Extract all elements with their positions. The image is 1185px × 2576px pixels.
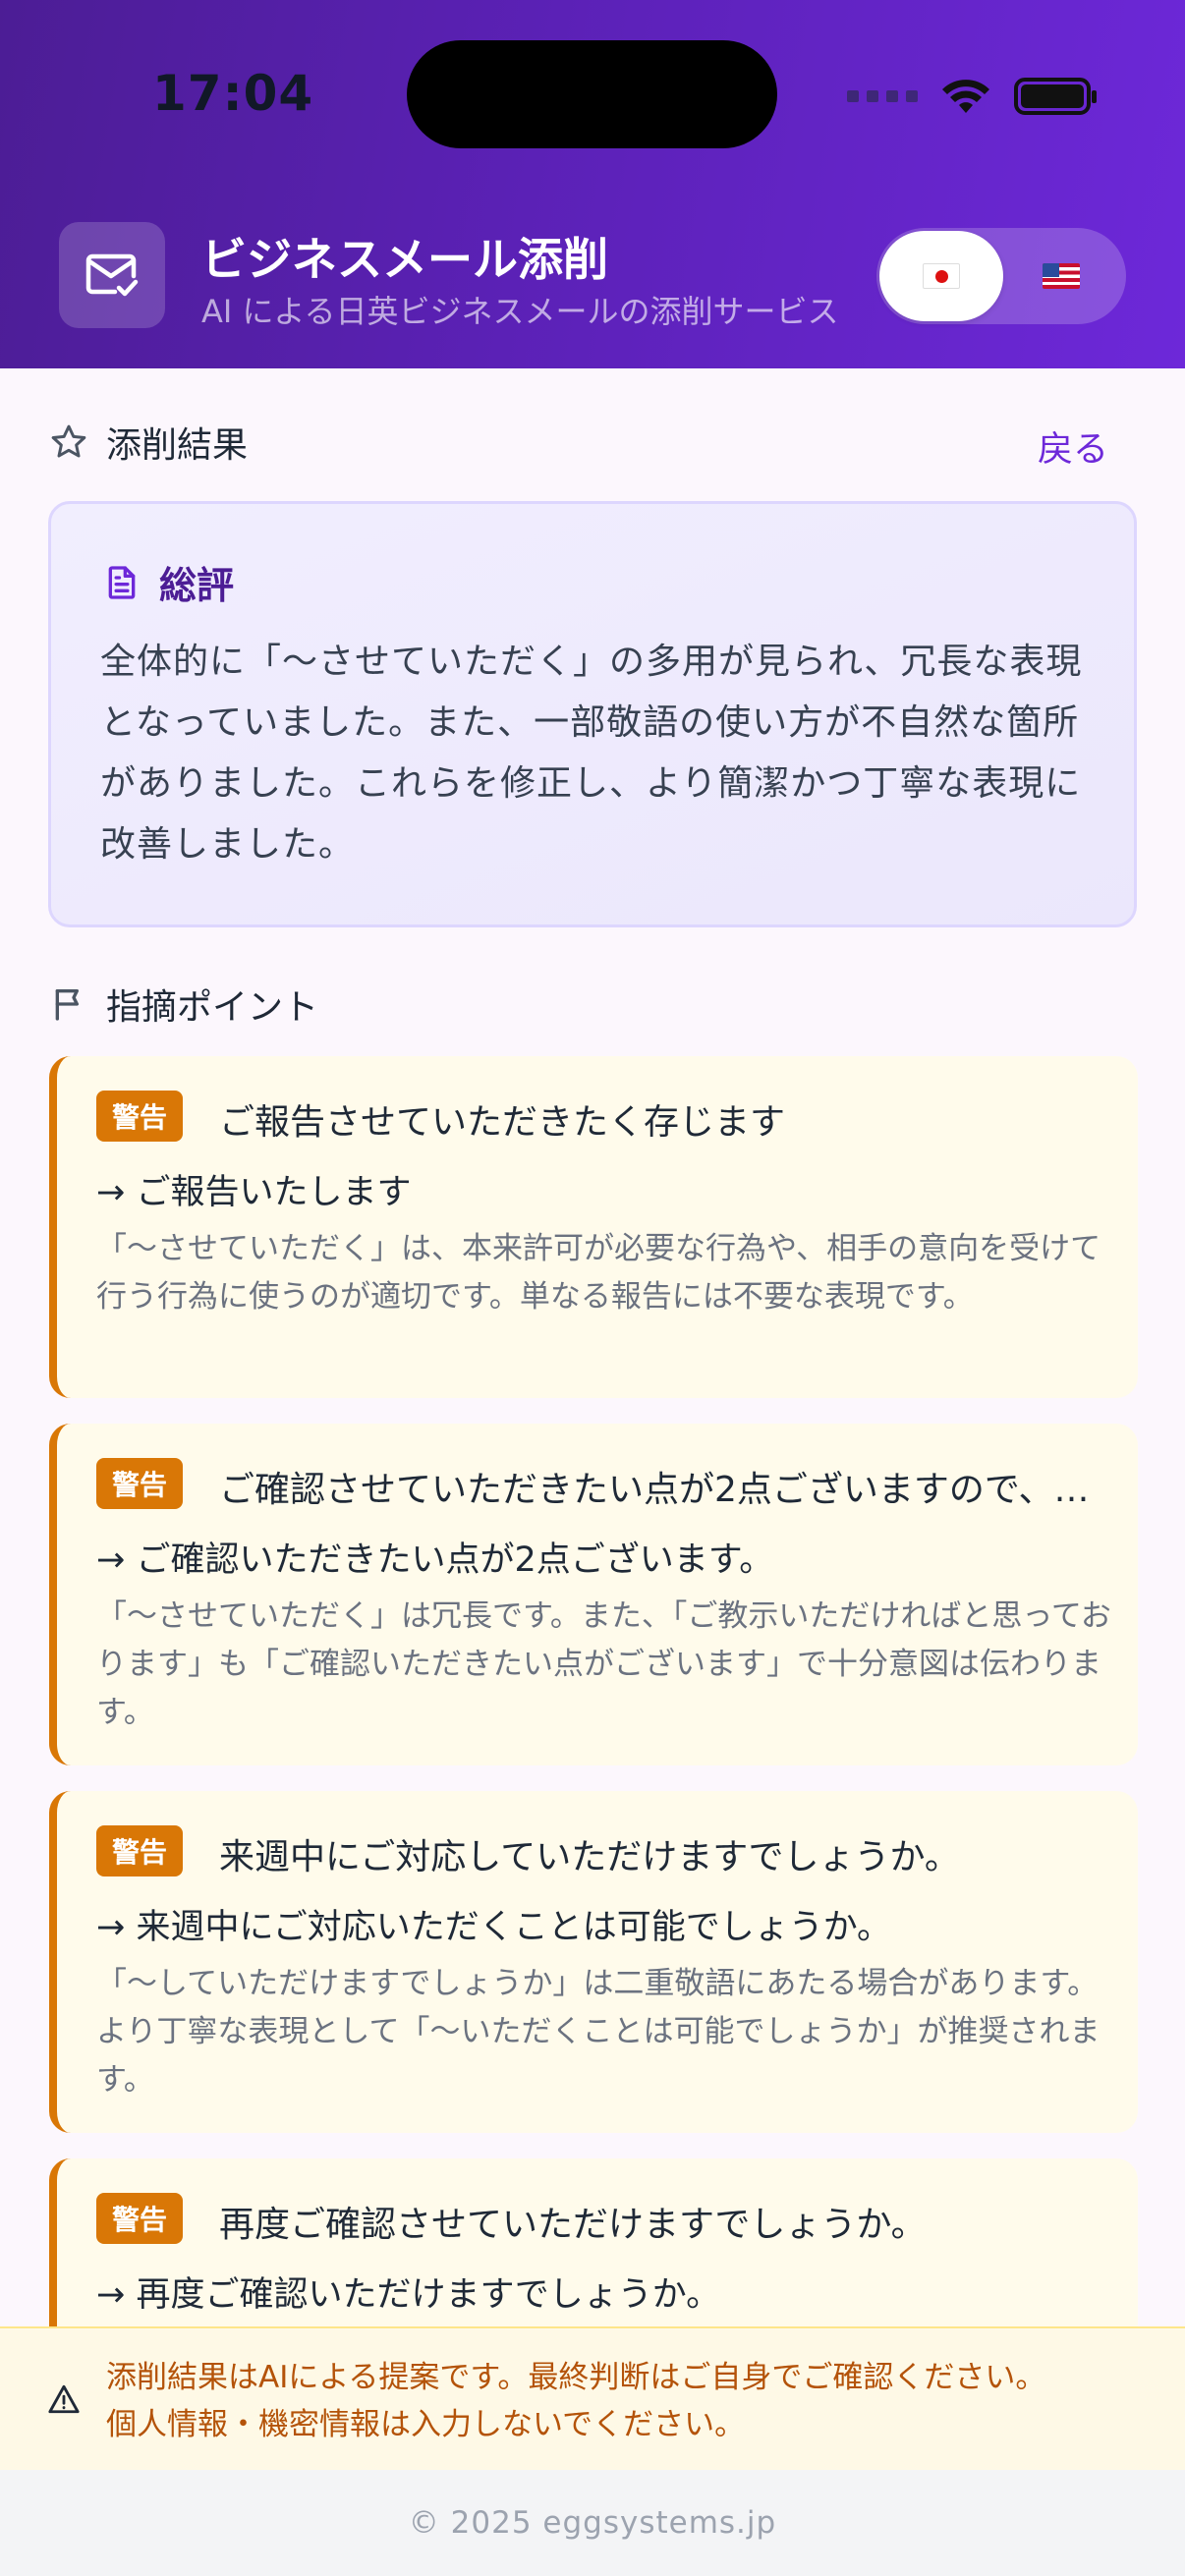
point-suggestion: → 再度ご確認いただけますでしょうか。: [96, 2275, 721, 2315]
points-heading-label: 指摘ポイント: [106, 987, 319, 1028]
lang-button-en[interactable]: [999, 231, 1123, 321]
flag-us-icon: [1043, 263, 1080, 289]
point-original: 来週中にご対応していただけますでしょうか。: [219, 1837, 960, 1877]
language-toggle: [876, 228, 1126, 324]
disclaimer-banner: 添削結果はAIによる提案です。最終判断はご自身でご確認ください。 個人情報・機密…: [0, 2326, 1185, 2470]
disclaimer-line-2: 個人情報・機密情報は入力しないでください。: [106, 2407, 746, 2442]
point-card: 警告 来週中にご対応していただけますでしょうか。 → 来週中にご対応いただくこと…: [49, 1791, 1138, 2133]
flag-icon: [55, 989, 80, 1021]
status-time: 17:04: [152, 65, 314, 122]
mail-check-icon: [59, 222, 165, 328]
app-header: 17:04 ビジネスメール添削 AI による日英ビジネスメールの添削サービス: [0, 0, 1185, 368]
summary-card: 総評 全体的に「〜させていただく」の多用が見られ、冗長な表現となっていました。ま…: [48, 501, 1137, 927]
point-suggestion: → ご確認いただきたい点が2点ございます。: [96, 1540, 774, 1580]
flag-jp-icon: [923, 263, 960, 289]
points-list: 警告 ご報告させていただきたく存じます → ご報告いたします 「〜させていただく…: [49, 1056, 1138, 2526]
warning-icon: [48, 2384, 80, 2414]
result-heading: 添削結果: [49, 417, 248, 468]
warning-badge: 警告: [96, 1458, 184, 1509]
points-heading: 指摘ポイント: [49, 979, 318, 1030]
disclaimer-text: 添削結果はAIによる提案です。最終判断はご自身でご確認ください。 個人情報・機密…: [106, 2354, 1045, 2448]
copyright: © 2025 eggsystems.jp: [408, 2505, 777, 2541]
point-explanation: 「〜させていただく」は冗長です。また、「ご教示いただければと思っております」も「…: [96, 1598, 1111, 1730]
summary-heading: 総評: [102, 555, 234, 609]
warning-badge: 警告: [96, 1091, 184, 1142]
point-explanation: 「〜させていただく」は、本来許可が必要な行為や、相手の意向を受けて行う行為に使う…: [96, 1231, 1101, 1315]
point-card: 警告 ご報告させていただきたく存じます → ご報告いたします 「〜させていただく…: [49, 1056, 1138, 1398]
star-icon: [51, 424, 86, 458]
warning-badge: 警告: [96, 1825, 184, 1876]
wifi-icon: [942, 80, 989, 113]
disclaimer-line-1: 添削結果はAIによる提案です。最終判断はご自身でご確認ください。: [106, 2360, 1046, 2395]
point-suggestion: → 来週中にご対応いただくことは可能でしょうか。: [96, 1908, 892, 1947]
point-original: ご報告させていただきたく存じます: [219, 1102, 786, 1143]
lang-button-ja[interactable]: [879, 231, 1003, 321]
point-suggestion: → ご報告いたします: [96, 1173, 412, 1212]
warning-badge: 警告: [96, 2193, 184, 2244]
back-button[interactable]: 戻る: [1038, 420, 1108, 472]
status-indicators: [847, 69, 1097, 124]
cellular-signal-icon: [847, 90, 918, 102]
point-original: 再度ご確認させていただけますでしょうか。: [219, 2205, 927, 2245]
summary-heading-label: 総評: [159, 564, 235, 607]
point-card: 警告 ご確認させていただきたい点が2点ございますので、ご教示いただければと思って…: [49, 1424, 1138, 1765]
footer: © 2025 eggsystems.jp: [0, 2470, 1185, 2576]
document-icon: [108, 565, 136, 599]
battery-icon: [1014, 78, 1097, 115]
point-original: ご確認させていただきたい点が2点ございますので、ご教示いただければと思っておりま…: [219, 1470, 1113, 1510]
dynamic-island: [407, 40, 777, 148]
point-explanation: 「〜していただけますでしょうか」は二重敬語にあたる場合があります。より丁寧な表現…: [96, 1966, 1100, 2098]
result-heading-label: 添削結果: [106, 425, 249, 466]
summary-body: 全体的に「〜させていただく」の多用が見られ、冗長な表現となっていました。また、一…: [100, 642, 1083, 865]
app-subtitle: AI による日英ビジネスメールの添削サービス: [201, 293, 839, 330]
app-title: ビジネスメール添削: [201, 233, 608, 286]
